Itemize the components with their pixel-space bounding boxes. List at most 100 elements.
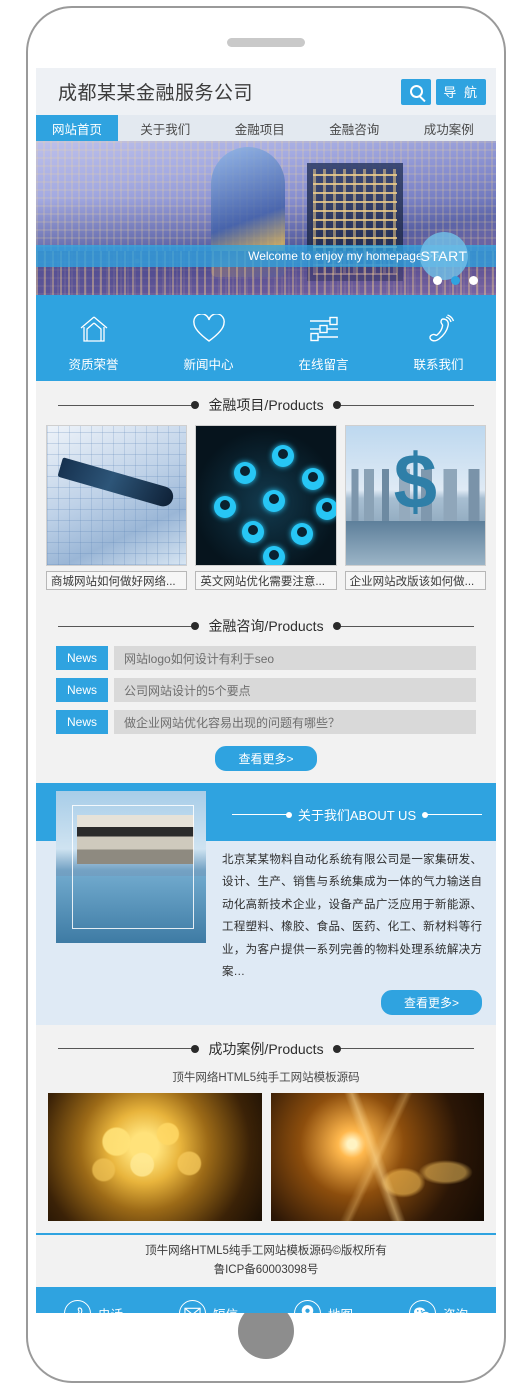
photo-inner-frame (72, 805, 194, 929)
product-image-network-users (195, 425, 337, 566)
heading-line-left (58, 622, 200, 630)
quick-nav-bar: 资质荣誉 新闻中心 在线留言 联系我们 (36, 295, 496, 381)
about-image-villa-pool (56, 791, 206, 943)
header-actions: 导 航 (401, 78, 486, 105)
news-badge: News (56, 646, 108, 670)
nav-tab-about[interactable]: 关于我们 (118, 115, 213, 141)
map-pin-icon (293, 1299, 321, 1313)
copyright-line-1: 顶牛网络HTML5纯手工网站模板源码©版权所有 (145, 1244, 387, 1257)
heading-line-right (332, 622, 475, 630)
news-section-heading: 金融咨询/Products (36, 602, 496, 646)
quick-nav-item-contact[interactable]: 联系我们 (381, 303, 496, 381)
heading-line-right (332, 401, 475, 409)
nav-tab-consulting[interactable]: 金融咨询 (307, 115, 402, 141)
news-title[interactable]: 做企业网站优化容易出现的问题有哪些？ (114, 710, 476, 734)
news-item[interactable]: News 公司网站设计的5个要点 (56, 678, 476, 702)
phone-ringing-icon (423, 312, 455, 346)
news-list: News 网站logo如何设计有利于seo News 公司网站设计的5个要点 N… (36, 646, 496, 734)
nav-tab-home[interactable]: 网站首页 (36, 115, 118, 141)
section-title: 关于我们ABOUT US (297, 808, 417, 823)
cases-section-heading: 成功案例/Products (36, 1025, 496, 1069)
copyright-line-2[interactable]: 鲁ICP备60003098号 (36, 1261, 496, 1280)
products-section-heading: 金融项目/Products (36, 381, 496, 425)
quick-nav-label: 资质荣誉 (68, 357, 119, 372)
hero-dot-3[interactable] (469, 276, 478, 285)
quick-nav-item-message[interactable]: 在线留言 (266, 303, 381, 381)
footer-copyright: 顶牛网络HTML5纯手工网站模板源码©版权所有 鲁ICP备60003098号 (36, 1232, 496, 1288)
dollar-sign-shape: $ (393, 437, 438, 525)
hero-dot-1[interactable] (433, 276, 442, 285)
news-more-button[interactable]: 查看更多> (215, 746, 317, 771)
product-image-pen-chart (46, 425, 188, 566)
site-header: 成都某某金融服务公司 导 航 (36, 68, 496, 115)
nav-tabs: 网站首页 关于我们 金融项目 金融咨询 成功案例 (36, 115, 496, 141)
nav-tab-projects[interactable]: 金融项目 (213, 115, 308, 141)
cases-grid (36, 1092, 496, 1233)
hero-start-button[interactable]: START (420, 232, 468, 280)
hero-banner[interactable]: Welcome to enjoy my homepage >> START (36, 141, 496, 295)
page-title: 成都某某金融服务公司 (58, 83, 254, 104)
search-button[interactable] (401, 78, 432, 105)
footer-item-label: 咨询 (443, 1304, 468, 1313)
footer-action-bar: 电话 短信 地图 (36, 1287, 496, 1313)
phone-icon (63, 1299, 91, 1313)
about-section: 关于我们ABOUT US 北京某某物料自动化系统有限公司是一家集研发、设计、生产… (36, 783, 496, 1025)
footer-item-map[interactable]: 地图 (266, 1299, 381, 1313)
hero-pagination-dots[interactable] (433, 276, 478, 285)
product-caption[interactable]: 企业网站改版该如何做... (344, 571, 486, 590)
phone-screen: 成都某某金融服务公司 导 航 网站首页 关于我们 金融项目 金融咨询 成功案例 … (36, 68, 496, 1313)
news-item[interactable]: News 做企业网站优化容易出现的问题有哪些？ (56, 710, 476, 734)
envelope-icon (178, 1299, 206, 1313)
chat-bubbles-icon (408, 1299, 436, 1313)
section-title: 金融咨询/Products (208, 618, 324, 634)
water-reflection-shape (345, 521, 485, 565)
footer-item-label: 地图 (328, 1304, 353, 1313)
case-image-coin-stacks-chart[interactable] (270, 1092, 484, 1221)
sliders-icon (308, 312, 340, 346)
cases-subtitle: 顶牛网络HTML5纯手工网站模板源码 (172, 1071, 360, 1084)
news-badge: News (56, 710, 108, 734)
news-more-wrap: 查看更多> (36, 742, 496, 783)
phone-speaker (227, 38, 305, 47)
product-card[interactable]: 商城网站如何做好网络... (46, 425, 188, 590)
quick-nav-label: 联系我们 (413, 357, 464, 372)
heart-outline-icon (192, 312, 226, 346)
about-section-heading: 关于我们ABOUT US (232, 805, 483, 824)
section-title: 金融项目/Products (208, 397, 324, 413)
heading-line-right (422, 811, 483, 818)
hero-welcome-text: Welcome to enjoy my homepage >> (248, 249, 440, 263)
footer-item-phone[interactable]: 电话 (36, 1299, 151, 1313)
heading-line-right (332, 1044, 475, 1053)
footer-item-consult[interactable]: 咨询 (381, 1299, 496, 1313)
product-card[interactable]: $ 企业网站改版该如何做... (344, 425, 486, 590)
quick-nav-item-news[interactable]: 新闻中心 (151, 303, 266, 381)
news-title[interactable]: 网站logo如何设计有利于seo (114, 646, 476, 670)
about-more-wrap: 查看更多> (36, 984, 496, 1015)
product-caption[interactable]: 商城网站如何做好网络... (46, 571, 188, 590)
quick-nav-label: 新闻中心 (183, 357, 234, 372)
nav-menu-button[interactable]: 导 航 (436, 78, 486, 105)
heading-line-left (58, 401, 200, 409)
products-grid: 商城网站如何做好网络... 英文网站优化需要注意... $ 企业网站改版该如何做… (36, 425, 496, 602)
news-badge: News (56, 678, 108, 702)
case-image-gold-coins-bowl[interactable] (48, 1092, 262, 1221)
footer-item-sms[interactable]: 短信 (151, 1299, 266, 1313)
heading-line-left (58, 1044, 200, 1053)
hero-dot-2[interactable] (451, 276, 460, 285)
news-item[interactable]: News 网站logo如何设计有利于seo (56, 646, 476, 670)
quick-nav-item-honors[interactable]: 资质荣誉 (36, 303, 151, 381)
product-image-dollar-city: $ (344, 425, 486, 566)
about-more-button[interactable]: 查看更多> (380, 989, 482, 1015)
home-outline-icon (78, 312, 110, 346)
footer-item-label: 电话 (98, 1304, 123, 1313)
product-caption[interactable]: 英文网站优化需要注意... (195, 571, 337, 590)
footer-item-label: 短信 (213, 1304, 238, 1313)
news-title[interactable]: 公司网站设计的5个要点 (114, 678, 476, 702)
quick-nav-label: 在线留言 (298, 357, 349, 372)
section-title: 成功案例/Products (208, 1040, 324, 1057)
product-card[interactable]: 英文网站优化需要注意... (195, 425, 337, 590)
about-description: 北京某某物料自动化系统有限公司是一家集研发、设计、生产、销售与系统集成为一体的气… (222, 854, 482, 979)
search-icon (409, 85, 423, 98)
nav-tab-cases[interactable]: 成功案例 (402, 115, 497, 141)
heading-line-left (232, 811, 292, 818)
